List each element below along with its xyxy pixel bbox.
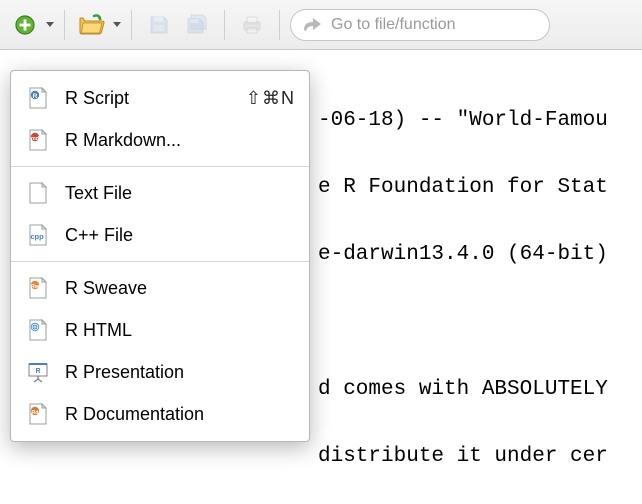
open-file-button[interactable] [75, 8, 109, 42]
rscript-file-icon: R [25, 87, 51, 109]
goto-search-box[interactable] [290, 9, 550, 41]
svg-text:R: R [33, 93, 38, 100]
toolbar-separator [279, 10, 280, 40]
menu-item-r-presentation[interactable]: R R Presentation [11, 351, 309, 393]
console-line: distribute it under cer [318, 440, 624, 474]
print-button[interactable] [235, 8, 269, 42]
console-line: -06-18) -- "World-Famou [318, 104, 624, 138]
save-icon [148, 14, 170, 36]
text-file-icon [25, 182, 51, 204]
menu-item-shortcut: ⇧⌘N [246, 88, 295, 109]
menu-item-r-markdown[interactable]: md R Markdown... [11, 119, 309, 161]
menu-item-r-sweave[interactable]: Rw R Sweave [11, 267, 309, 309]
menu-item-label: R Script [65, 88, 246, 109]
menu-item-label: R Markdown... [65, 130, 295, 151]
toolbar-separator [224, 10, 225, 40]
arrow-goto-icon [301, 16, 323, 34]
console-line: e-darwin13.4.0 (64-bit) [318, 238, 624, 272]
cpp-file-icon: cpp [25, 224, 51, 246]
menu-item-r-html[interactable]: R HTML [11, 309, 309, 351]
main-toolbar [0, 0, 642, 50]
save-button[interactable] [142, 8, 176, 42]
toolbar-separator [131, 10, 132, 40]
print-icon [241, 14, 263, 36]
folder-open-icon [79, 14, 105, 36]
plus-icon [14, 14, 36, 36]
menu-item-label: C++ File [65, 225, 295, 246]
rhtml-file-icon [25, 319, 51, 341]
rpresentation-file-icon: R [25, 361, 51, 383]
svg-text:md: md [31, 136, 39, 142]
menu-item-r-script[interactable]: R R Script ⇧⌘N [11, 77, 309, 119]
menu-separator [11, 166, 309, 167]
rmarkdown-file-icon: md [25, 129, 51, 151]
menu-item-text-file[interactable]: Text File [11, 172, 309, 214]
chevron-down-icon[interactable] [46, 22, 54, 27]
console-line: d comes with ABSOLUTELY [318, 373, 624, 407]
goto-search-input[interactable] [331, 16, 539, 34]
menu-item-label: R Sweave [65, 278, 295, 299]
rdoc-file-icon: Rd [25, 403, 51, 425]
menu-item-cpp-file[interactable]: cpp C++ File [11, 214, 309, 256]
menu-item-r-documentation[interactable]: Rd R Documentation [11, 393, 309, 435]
toolbar-separator [64, 10, 65, 40]
new-file-button-group[interactable] [8, 8, 54, 42]
menu-item-label: R Documentation [65, 404, 295, 425]
svg-text:cpp: cpp [30, 232, 44, 241]
menu-item-label: R HTML [65, 320, 295, 341]
save-all-button[interactable] [180, 8, 214, 42]
chevron-down-icon[interactable] [113, 22, 121, 27]
console-line: e R Foundation for Stat [318, 171, 624, 205]
menu-item-label: R Presentation [65, 362, 295, 383]
rsweave-file-icon: Rw [25, 277, 51, 299]
open-file-button-group[interactable] [75, 8, 121, 42]
svg-text:Rd: Rd [31, 410, 38, 416]
svg-text:R: R [35, 368, 40, 375]
save-all-icon [185, 14, 209, 36]
menu-separator [11, 261, 309, 262]
new-file-button[interactable] [8, 8, 42, 42]
new-file-menu: R R Script ⇧⌘N md R Markdown... Text Fil… [10, 70, 310, 442]
svg-text:Rw: Rw [31, 284, 40, 290]
menu-item-label: Text File [65, 183, 295, 204]
